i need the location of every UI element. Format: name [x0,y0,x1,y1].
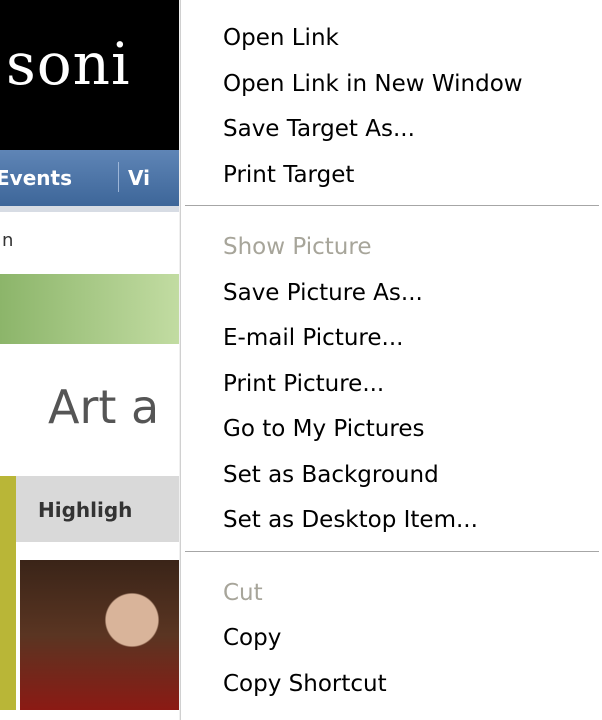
highlights-tab-bar: Highligh [16,476,180,542]
menu-item-open-link-in-new-window[interactable]: Open Link in New Window [223,65,523,103]
site-banner: soni [0,0,180,150]
green-banner-band [0,274,180,344]
page-heading: Art a [48,380,160,434]
site-logo-text: soni [6,30,131,98]
breadcrumb: n [2,230,14,251]
portrait-image[interactable] [20,560,180,710]
menu-item-show-picture: Show Picture [223,234,372,260]
menu-item-go-to-my-pictures[interactable]: Go to My Pictures [223,410,424,448]
menu-separator [185,205,599,207]
nav-separator [118,162,119,192]
menu-item-set-as-background[interactable]: Set as Background [223,456,439,494]
tab-highlights[interactable]: Highligh [38,498,132,522]
nav-link-events[interactable]: Events [0,166,72,190]
menu-separator [185,550,599,553]
menu-item-print-target[interactable]: Print Target [223,156,354,194]
menu-item-copy-shortcut[interactable]: Copy Shortcut [223,665,387,703]
left-accent-bar [0,476,16,710]
menu-item-cut: Cut [223,579,263,606]
menu-item-save-picture-as[interactable]: Save Picture As... [223,274,423,312]
breadcrumb-area: n [0,212,180,274]
menu-item-copy[interactable]: Copy [223,619,281,657]
context-menu: Open Link Open Link in New Window Save Tar… [180,0,601,720]
menu-item-open-link[interactable]: Open Link [223,19,339,57]
menu-item-print-picture[interactable]: Print Picture... [223,365,384,403]
nav-link-visit[interactable]: Vi [128,166,150,190]
menu-item-save-target-as[interactable]: Save Target As... [223,110,415,148]
menu-item-set-as-desktop-item[interactable]: Set as Desktop Item... [223,501,478,539]
menu-item-e-mail-picture[interactable]: E-mail Picture... [223,319,403,357]
site-navbar: Events Vi [0,150,180,206]
